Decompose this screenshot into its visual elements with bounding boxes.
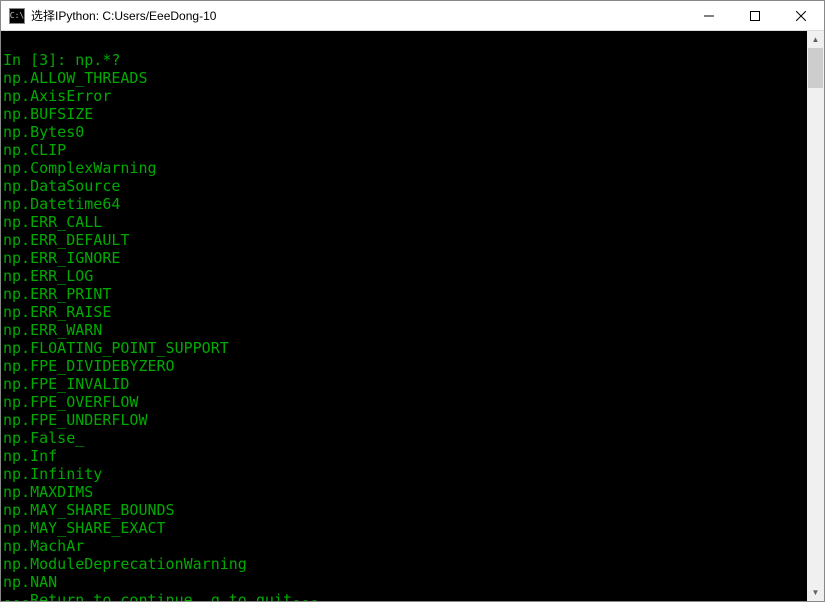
terminal-output-line: np.Datetime64 — [3, 195, 805, 213]
terminal-output-line: np.ERR_LOG — [3, 267, 805, 285]
scroll-up-button[interactable]: ▲ — [807, 31, 824, 48]
terminal-output-line: np.FPE_OVERFLOW — [3, 393, 805, 411]
terminal-output-line: np.ERR_WARN — [3, 321, 805, 339]
terminal-output-line: np.ALLOW_THREADS — [3, 69, 805, 87]
window-title: 选择IPython: C:Users/EeeDong-10 — [31, 7, 686, 24]
scrollbar-thumb[interactable] — [808, 48, 823, 88]
terminal-output-line: np.DataSource — [3, 177, 805, 195]
terminal-output-line: np.ModuleDeprecationWarning — [3, 555, 805, 573]
terminal-output-line: np.ERR_CALL — [3, 213, 805, 231]
terminal-output-line: np.FPE_UNDERFLOW — [3, 411, 805, 429]
terminal-output-line: np.ERR_PRINT — [3, 285, 805, 303]
terminal-output-line: np.FPE_INVALID — [3, 375, 805, 393]
terminal-output-line: np.MachAr — [3, 537, 805, 555]
terminal-output-line: np.FLOATING_POINT_SUPPORT — [3, 339, 805, 357]
terminal-output-line: np.MAY_SHARE_BOUNDS — [3, 501, 805, 519]
scroll-down-button[interactable]: ▼ — [807, 584, 824, 601]
terminal-prompt-line: In [3]: np.*? — [3, 51, 805, 69]
terminal-output-line: np.False_ — [3, 429, 805, 447]
window-titlebar: C:\ 选择IPython: C:Users/EeeDong-10 — [1, 1, 824, 31]
terminal-output-line: np.CLIP — [3, 141, 805, 159]
terminal-output-line: np.Infinity — [3, 465, 805, 483]
terminal-output-line: np.ERR_IGNORE — [3, 249, 805, 267]
terminal-output-line: np.Inf — [3, 447, 805, 465]
terminal-output-line: np.BUFSIZE — [3, 105, 805, 123]
terminal-output-line: np.MAXDIMS — [3, 483, 805, 501]
terminal-output-line: np.FPE_DIVIDEBYZERO — [3, 357, 805, 375]
terminal-blank-line — [3, 33, 805, 51]
maximize-button[interactable] — [732, 1, 778, 30]
terminal-output-line: np.ERR_RAISE — [3, 303, 805, 321]
close-button[interactable] — [778, 1, 824, 30]
terminal-pager-line: ---Return to continue, q to quit--- — [3, 591, 805, 601]
app-icon: C:\ — [9, 8, 25, 24]
terminal-output-line: np.Bytes0 — [3, 123, 805, 141]
vertical-scrollbar[interactable]: ▲ ▼ — [807, 31, 824, 601]
terminal-output-line: np.AxisError — [3, 87, 805, 105]
terminal-output-line: np.ComplexWarning — [3, 159, 805, 177]
terminal[interactable]: In [3]: np.*?np.ALLOW_THREADSnp.AxisErro… — [1, 31, 807, 601]
terminal-output-line: np.MAY_SHARE_EXACT — [3, 519, 805, 537]
minimize-button[interactable] — [686, 1, 732, 30]
terminal-output-line: np.NAN — [3, 573, 805, 591]
terminal-output-line: np.ERR_DEFAULT — [3, 231, 805, 249]
terminal-area: In [3]: np.*?np.ALLOW_THREADSnp.AxisErro… — [1, 31, 824, 601]
window-controls — [686, 1, 824, 30]
